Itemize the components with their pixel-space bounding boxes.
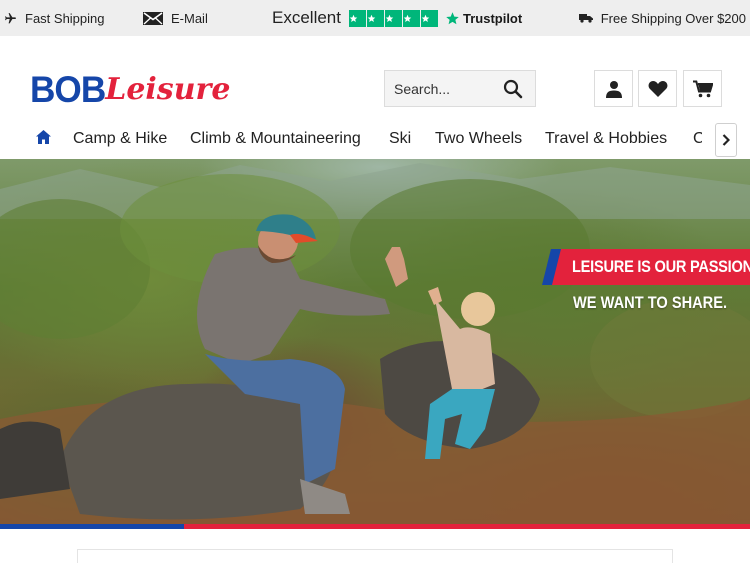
- cart-icon: [692, 80, 713, 97]
- top-info-bar: Fast Shipping E-Mail Excellent Trustpilo…: [0, 0, 750, 36]
- cart-button[interactable]: [683, 70, 722, 107]
- search-input[interactable]: [385, 80, 495, 97]
- main-navigation: Camp & Hike Climb & Mountaineering Ski T…: [0, 120, 750, 158]
- free-shipping-link[interactable]: Free Shipping Over $200: [578, 0, 746, 36]
- content-card: [77, 549, 673, 563]
- user-icon: [605, 80, 622, 98]
- hero-slogan-ribbon: LEISURE IS OUR PASSION,: [542, 249, 750, 285]
- star-icon: [402, 9, 420, 27]
- heart-icon: [648, 80, 667, 97]
- nav-item-two-wheels[interactable]: Two Wheels: [435, 130, 522, 148]
- star-icon: [348, 9, 366, 27]
- star-icon: [384, 9, 402, 27]
- account-button[interactable]: [594, 70, 633, 107]
- nav-item-climb-mountaineering[interactable]: Climb & Mountaineering: [190, 130, 361, 148]
- star-icon: [420, 9, 438, 27]
- envelope-icon: [143, 11, 163, 25]
- nav-scroll-next-button[interactable]: [702, 122, 750, 158]
- nav-home-link[interactable]: [36, 130, 51, 149]
- trustpilot-star-icon: [446, 11, 459, 24]
- nav-item-ski[interactable]: Ski: [389, 130, 411, 148]
- search-box: [384, 70, 536, 107]
- airplane-icon: [5, 12, 16, 23]
- site-logo[interactable]: BOB Leisure: [30, 66, 230, 110]
- trust-stars: [348, 9, 439, 27]
- hero-accent-bar-blue: [0, 524, 184, 529]
- search-button[interactable]: [503, 79, 523, 104]
- trustpilot-widget[interactable]: Excellent Trustpilot: [272, 0, 522, 36]
- hero-banner[interactable]: LEISURE IS OUR PASSION, WE WANT TO SHARE…: [0, 159, 750, 527]
- fast-shipping-label: Fast Shipping: [25, 10, 105, 26]
- nav-item-camp-hike[interactable]: Camp & Hike: [73, 130, 167, 148]
- nav-item-travel-hobbies[interactable]: Travel & Hobbies: [545, 130, 667, 148]
- trustpilot-brand: Trustpilot: [462, 10, 523, 26]
- nav-next-box: [715, 123, 737, 157]
- hero-accent-bar: [0, 524, 750, 529]
- star-icon: [366, 9, 384, 27]
- email-label: E-Mail: [171, 10, 208, 26]
- truck-icon: [578, 14, 593, 23]
- chevron-right-icon: [722, 134, 730, 146]
- search-icon: [503, 79, 523, 99]
- hero-slogan-line2: WE WANT TO SHARE.: [573, 293, 728, 312]
- logo-leisure-text: Leisure: [105, 72, 231, 107]
- logo-bob-text: BOB: [30, 69, 106, 110]
- home-icon: [36, 130, 51, 144]
- hero-image: [0, 163, 750, 527]
- wishlist-button[interactable]: [638, 70, 677, 107]
- trustpilot-logo: Trustpilot: [445, 11, 522, 26]
- hero-slogan-line1: LEISURE IS OUR PASSION,: [572, 257, 750, 276]
- trust-rating-text: Excellent: [272, 8, 341, 27]
- free-shipping-label: Free Shipping Over $200: [600, 10, 746, 26]
- fast-shipping-link[interactable]: Fast Shipping: [4, 0, 105, 36]
- email-link[interactable]: E-Mail: [143, 0, 208, 36]
